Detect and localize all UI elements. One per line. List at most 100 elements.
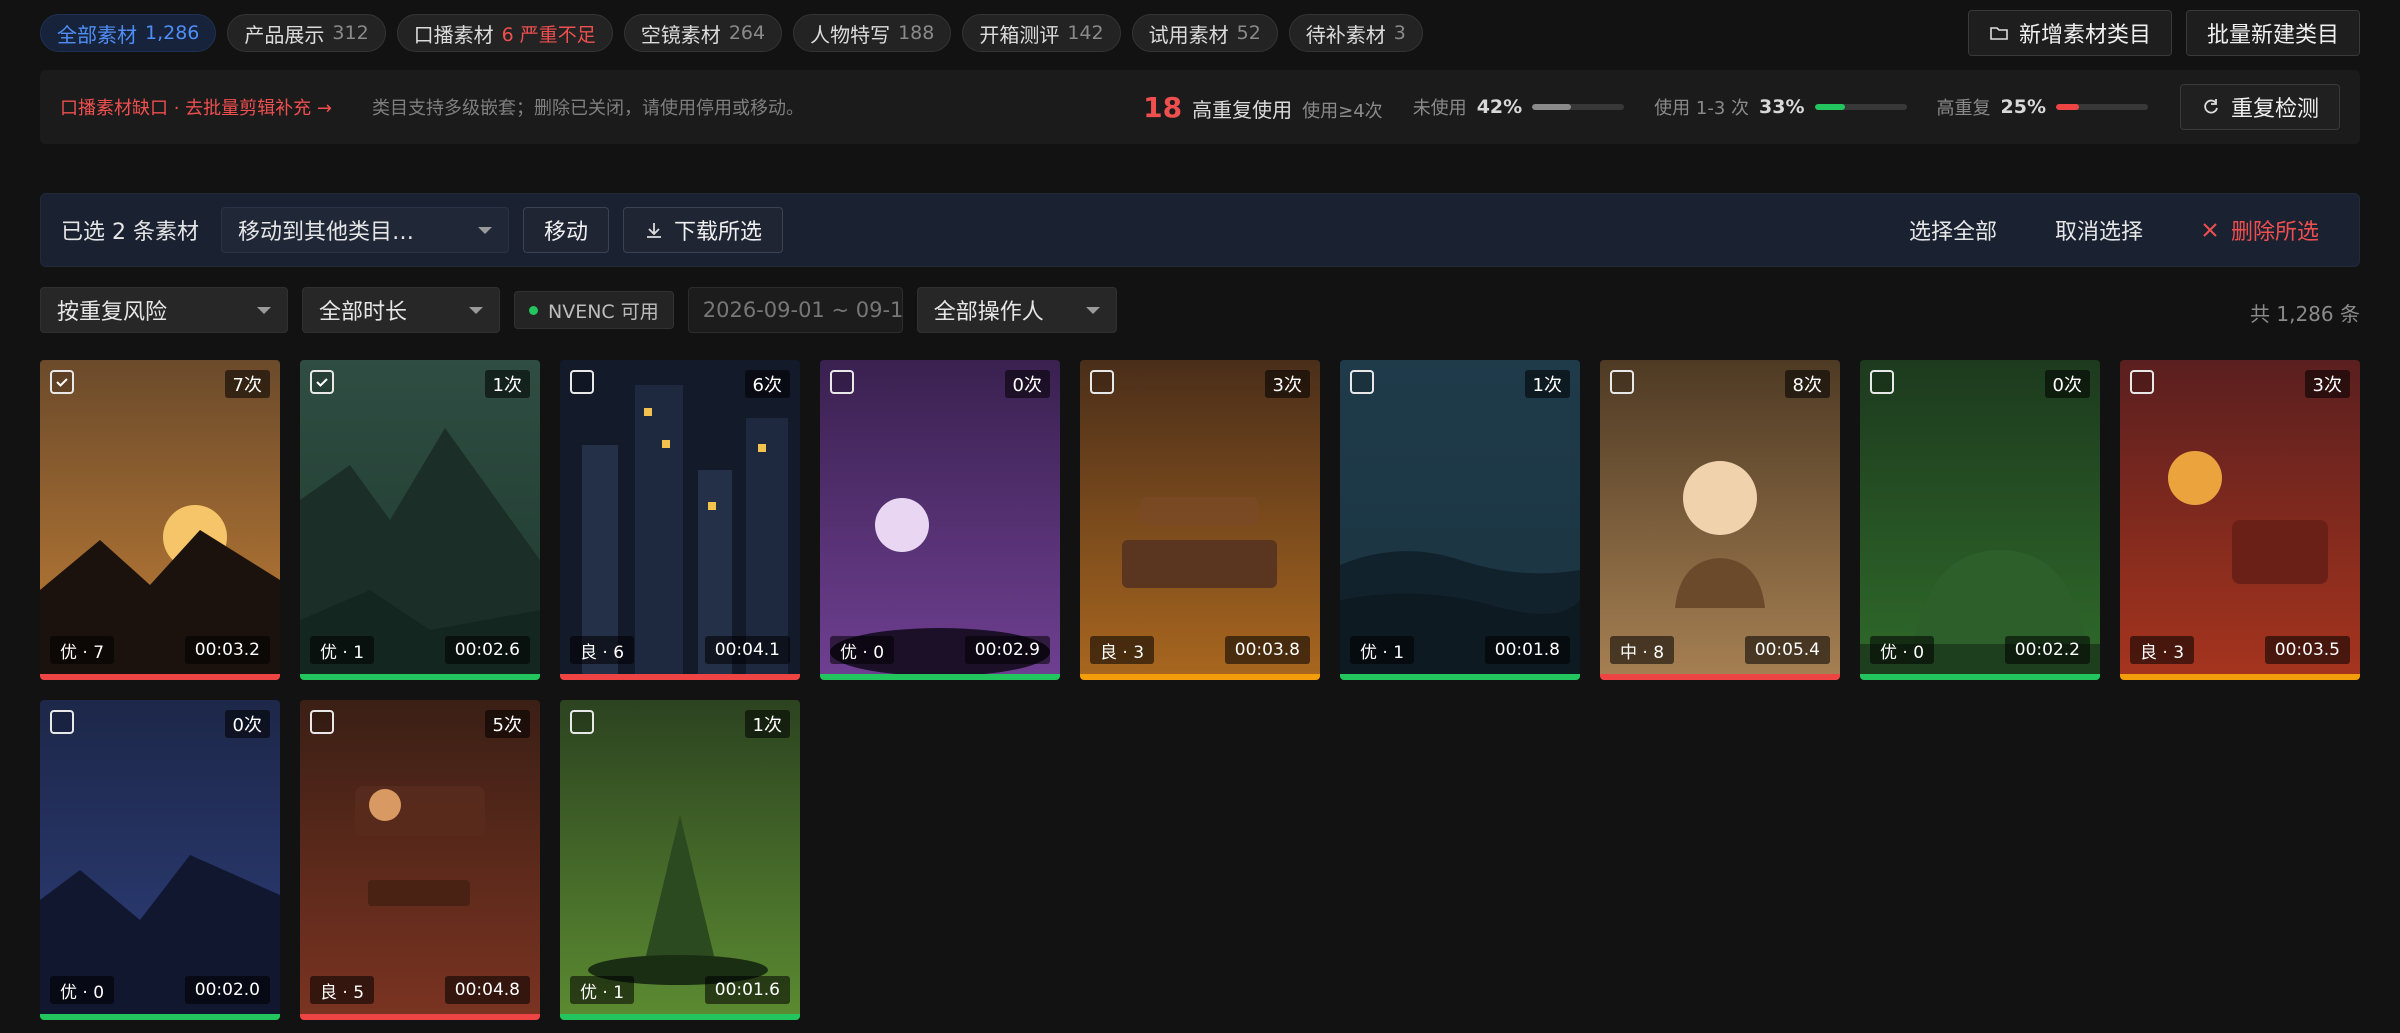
select-all-button[interactable]: 选择全部 [1909,214,1997,246]
close-icon [2203,223,2217,237]
tab-label: 开箱测评 [979,22,1060,47]
usage-badge: 0次 [2044,370,2090,398]
card-checkbox[interactable] [830,370,854,394]
duration-badge: 00:04.8 [444,976,530,1004]
quality-badge: 优 · 1 [570,976,635,1004]
download-icon [647,223,661,238]
risk-bar [40,1014,280,1020]
selection-actions: 选择全部 取消选择 删除所选 [1909,214,2319,246]
material-card[interactable]: 1次优 · 1 00:02.6 [300,360,540,680]
move-target-select[interactable]: 移动到其他类目… [220,207,509,253]
tab-count: 142 [1067,22,1104,44]
material-card[interactable]: 7次优 · 7 00:03.2 [40,360,280,680]
download-selected-button[interactable]: 下载所选 [623,207,784,253]
move-target-value: 移动到其他类目… [237,220,414,245]
usage-badge: 5次 [484,710,530,738]
thumbnail-image [1600,360,1840,674]
risk-bar [300,674,540,680]
thumbnail-image [1860,360,2100,674]
tab-count: 1,286 [145,22,200,44]
sort-select[interactable]: 按重复风险 [40,287,288,333]
card-checkbox[interactable] [50,370,74,394]
thumbnail-image [2120,360,2360,674]
delete-selected-button[interactable]: 删除所选 [2201,214,2319,246]
risk-bar [820,674,1060,680]
material-card[interactable]: 0次优 · 0 00:02.0 [40,700,280,1020]
thumbnail-image [560,700,800,1014]
high-reuse-stat: 18 高重复使用 使用≥4次 [1143,91,1383,124]
usage-badge: 1次 [1524,370,1570,398]
recheck-button[interactable]: 重复检测 [2179,84,2340,130]
risk-bar [560,674,800,680]
meter-fill [2055,104,2079,110]
tab-count: 3 [1393,22,1406,44]
add-category-label: 新增素材类目 [2018,23,2151,48]
tab-product[interactable]: 产品展示 312 [227,14,386,52]
material-card[interactable]: 6次良 · 6 00:04.1 [560,360,800,680]
tab-warning: 6 严重不足 [501,23,596,46]
tab-pending[interactable]: 待补素材 3 [1288,14,1423,52]
material-card[interactable]: 1次优 · 1 00:01.6 [560,700,800,1020]
deselect-button[interactable]: 取消选择 [2055,214,2143,246]
meter-fill [1814,104,1845,110]
material-card[interactable]: 5次良 · 5 00:04.8 [300,700,540,1020]
tab-voiceover[interactable]: 口播素材 6 严重不足 [396,14,613,52]
card-checkbox[interactable] [1350,370,1374,394]
usage-badge: 3次 [2304,370,2350,398]
material-card[interactable]: 1次优 · 1 00:01.8 [1340,360,1580,680]
thumbnail-image [300,360,540,674]
tab-count: 312 [332,22,369,44]
card-checkbox[interactable] [1090,370,1114,394]
refresh-icon [2204,99,2218,114]
quality-badge: 优 · 0 [830,636,895,664]
operator-select[interactable]: 全部操作人 [916,287,1117,333]
meter-label: 高重复 [1936,98,1991,119]
material-card[interactable]: 8次中 · 8 00:05.4 [1600,360,1840,680]
card-checkbox[interactable] [570,710,594,734]
batch-create-button[interactable]: 批量新建类目 [2185,10,2360,56]
thumbnail-image [1080,360,1320,674]
download-label: 下载所选 [674,220,763,245]
quality-badge: 良 · 5 [310,976,375,1004]
add-category-button[interactable]: 新增素材类目 [1967,10,2172,56]
usage-badge: 1次 [484,370,530,398]
top-actions: 新增素材类目 批量新建类目 [1967,10,2360,56]
risk-bar [1600,674,1840,680]
usage-badge: 7次 [224,370,270,398]
material-card[interactable]: 0次优 · 0 00:02.9 [820,360,1060,680]
material-card[interactable]: 3次良 · 3 00:03.5 [2120,360,2360,680]
date-range-placeholder: 2026-09-01 ~ 09-18 [702,298,903,322]
tab-label: 空镜素材 [640,22,721,47]
tab-closeup[interactable]: 人物特写 188 [793,14,952,52]
duration-badge: 00:02.0 [184,976,270,1004]
risk-bar [300,1014,540,1020]
duration-badge: 00:05.4 [1744,636,1830,664]
delete-label: 删除所选 [2230,220,2319,245]
card-checkbox[interactable] [1610,370,1634,394]
card-checkbox[interactable] [2130,370,2154,394]
tab-label: 全部素材 [57,22,137,47]
gap-link[interactable]: 口播素材缺口 · 去批量剪辑补充 → [60,94,332,120]
material-card[interactable]: 0次优 · 0 00:02.2 [1860,360,2100,680]
tab-trial[interactable]: 试用素材 52 [1131,14,1278,52]
chevron-down-icon [1085,306,1100,314]
recheck-label: 重复检测 [2230,97,2319,122]
card-checkbox[interactable] [310,710,334,734]
card-checkbox[interactable] [310,370,334,394]
material-card[interactable]: 3次良 · 3 00:03.8 [1080,360,1320,680]
nvenc-label: NVENC 可用 [548,300,659,323]
duration-badge: 00:04.1 [704,636,790,664]
card-checkbox[interactable] [570,370,594,394]
date-range-input[interactable]: 2026-09-01 ~ 09-18 [687,287,903,333]
risk-bar [1340,674,1580,680]
tab-unboxing[interactable]: 开箱测评 142 [962,14,1121,52]
card-checkbox[interactable] [50,710,74,734]
info-bar: 口播素材缺口 · 去批量剪辑补充 → 类目支持多级嵌套；删除已关闭，请使用停用或… [40,70,2360,144]
tab-all[interactable]: 全部素材 1,286 [40,14,217,52]
duration-select[interactable]: 全部时长 [302,287,500,333]
move-button[interactable]: 移动 [522,207,609,253]
meter-high-reuse: 高重复 25% [1937,94,2148,120]
thumbnail-image [820,360,1060,674]
tab-broll[interactable]: 空镜素材 264 [623,14,783,52]
card-checkbox[interactable] [1870,370,1894,394]
